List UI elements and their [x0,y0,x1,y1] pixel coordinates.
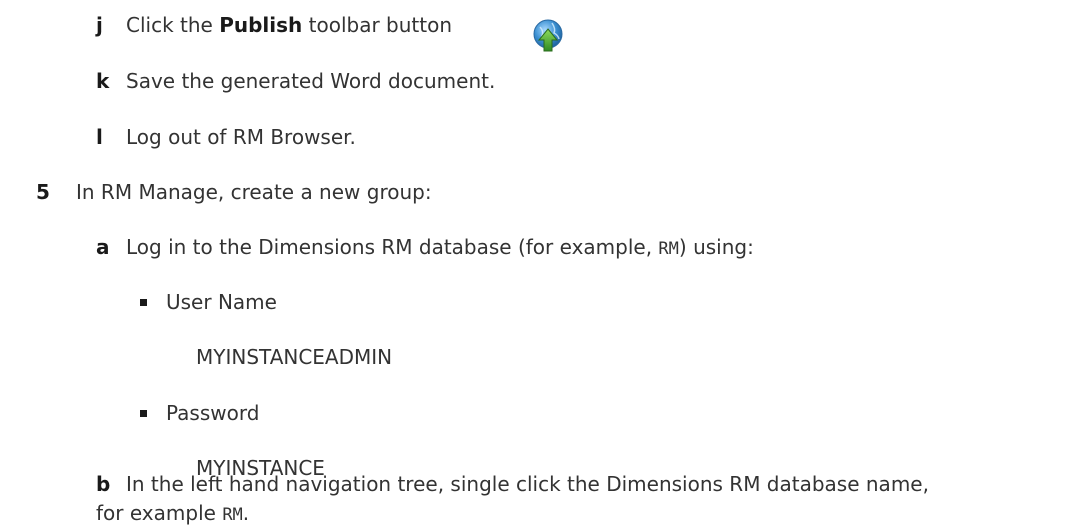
step-k-marker: k [96,69,110,93]
user-name-value: MYINSTANCEADMIN [196,345,393,369]
step-a-text: Log in to the Dimensions RM database (fo… [126,233,754,263]
bullet-marker [140,299,147,306]
database-name-code: RM [658,239,679,259]
bullet-marker [140,410,147,417]
step-j-text-after: toolbar button [302,13,453,37]
bullet-label-password: Password [166,401,260,425]
step-j-text: Click the Publish toolbar button [126,11,452,39]
step-j-marker: j [96,13,103,37]
bullet-label-user-name: User Name [166,290,277,314]
step-a-text-before: Log in to the Dimensions RM database (fo… [126,235,659,259]
step-b-line2-after: . [242,501,250,525]
publish-icon[interactable] [526,17,570,57]
step-j-text-before: Click the [126,13,220,37]
step-b-marker: b [96,472,111,496]
database-name-code: RM [222,505,243,525]
step-5-marker: 5 [36,180,50,204]
step-b-line2-before: for example [96,501,223,525]
publish-icon-graphic [533,19,563,52]
step-l-text: Log out of RM Browser. [126,125,356,149]
publish-label: Publish [219,13,303,37]
step-k-text: Save the generated Word document. [126,69,496,93]
step-b-line2: for example RM. [96,499,249,529]
step-5-text: In RM Manage, create a new group: [76,180,432,204]
step-b-line1: In the left hand navigation tree, single… [126,472,929,496]
step-a-text-after: ) using: [678,235,754,259]
step-l-marker: l [96,125,103,149]
step-a-marker: a [96,235,110,259]
